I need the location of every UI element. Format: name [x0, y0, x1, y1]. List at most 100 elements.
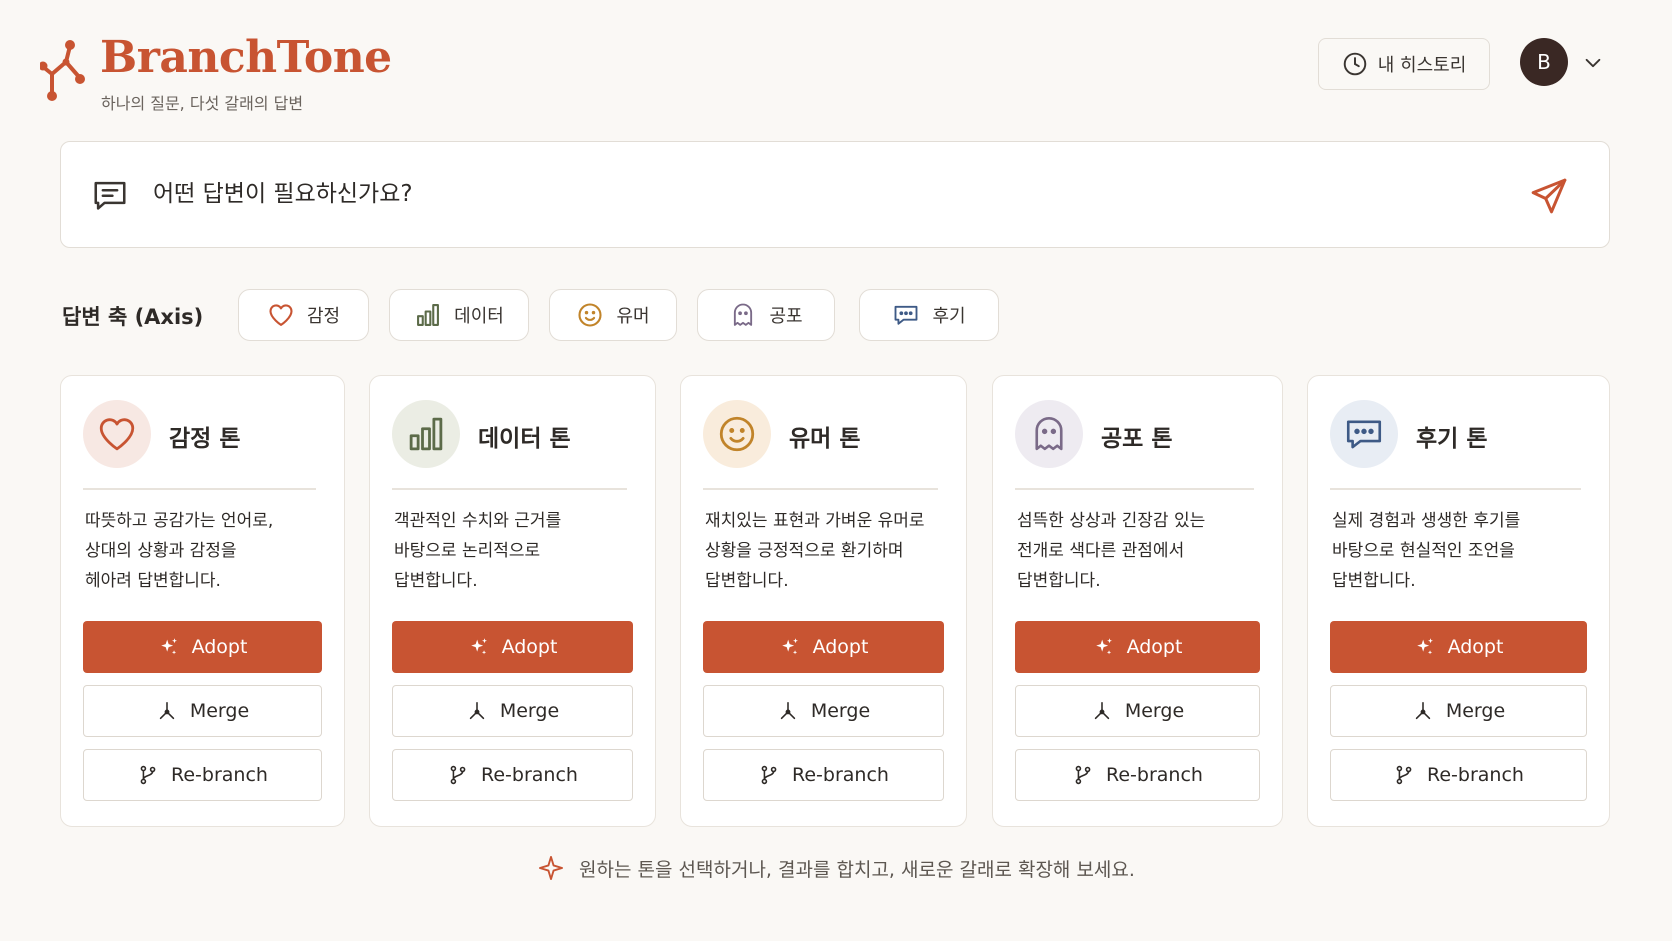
- rebranch-button[interactable]: Re-branch: [83, 749, 322, 801]
- card-divider: [392, 488, 627, 490]
- footer-hint-text: 원하는 톤을 선택하거나, 결과를 합치고, 새로운 갈래로 확장해 보세요.: [579, 858, 1135, 881]
- sparkles-icon: [160, 638, 177, 655]
- speech-bubble-icon: [895, 305, 918, 325]
- smile-icon: [719, 416, 755, 452]
- chip-emotion[interactable]: 감정: [238, 289, 369, 341]
- tone-card-emotion: 감정 톤 따뜻하고 공감가는 언어로, 상대의 상황과 감정을 헤아려 답변합니…: [60, 375, 345, 827]
- clock-icon: [1343, 52, 1367, 76]
- chat-lines-icon: [94, 181, 126, 210]
- git-branch-icon: [761, 765, 777, 785]
- card-title: 공포 톤: [1101, 426, 1173, 452]
- adopt-button[interactable]: Adopt: [703, 621, 944, 673]
- tone-icon-badge: [392, 400, 460, 468]
- send-icon[interactable]: [1529, 176, 1569, 216]
- brand-name: BranchTone: [100, 32, 392, 83]
- chip-label: 감정: [306, 306, 341, 327]
- merge-button[interactable]: Merge: [83, 685, 322, 737]
- app-header: BranchTone 하나의 질문, 다섯 갈래의 답변 내 히스토리 B: [40, 30, 1632, 120]
- chip-label: 후기: [932, 306, 966, 327]
- merge-button[interactable]: Merge: [1330, 685, 1587, 737]
- merge-icon: [1094, 701, 1110, 720]
- merge-icon: [159, 701, 175, 720]
- speech-bubble-icon: [1346, 420, 1382, 449]
- card-description: 따뜻하고 공감가는 언어로, 상대의 상황과 감정을 헤아려 답변합니다.: [85, 511, 274, 591]
- question-input-box[interactable]: [60, 141, 1610, 248]
- history-label: 내 히스토리: [1377, 55, 1467, 76]
- tone-icon-badge: [1330, 400, 1398, 468]
- ghost-icon: [1035, 416, 1063, 451]
- adopt-label: Adopt: [1126, 636, 1183, 658]
- avatar[interactable]: B: [1520, 38, 1568, 86]
- merge-button[interactable]: Merge: [1015, 685, 1260, 737]
- card-description: 객관적인 수치와 근거를 바탕으로 논리적으로 답변합니다.: [394, 511, 562, 591]
- card-description: 실제 경험과 생생한 후기를 바탕으로 현실적인 조언을 답변합니다.: [1332, 511, 1521, 591]
- rebranch-button[interactable]: Re-branch: [1015, 749, 1260, 801]
- adopt-label: Adopt: [501, 636, 558, 658]
- adopt-button[interactable]: Adopt: [83, 621, 322, 673]
- card-title: 감정 톤: [169, 426, 241, 452]
- chip-review[interactable]: 후기: [859, 289, 999, 341]
- chip-data[interactable]: 데이터: [389, 289, 529, 341]
- ghost-icon: [734, 303, 753, 326]
- card-divider: [83, 488, 316, 490]
- rebranch-button[interactable]: Re-branch: [392, 749, 633, 801]
- git-branch-icon: [1396, 765, 1412, 785]
- card-description: 섬뜩한 상상과 긴장감 있는 전개로 색다른 관점에서 답변합니다.: [1017, 511, 1206, 591]
- card-divider: [703, 488, 938, 490]
- git-branch-icon: [450, 765, 466, 785]
- rebranch-label: Re-branch: [481, 764, 578, 786]
- tone-icon-badge: [1015, 400, 1083, 468]
- adopt-button[interactable]: Adopt: [392, 621, 633, 673]
- bar-chart-icon: [417, 304, 440, 326]
- merge-label: Merge: [1445, 700, 1506, 722]
- sparkles-icon: [781, 638, 798, 655]
- card-divider: [1330, 488, 1581, 490]
- merge-label: Merge: [810, 700, 871, 722]
- tone-icon-badge: [83, 400, 151, 468]
- rebranch-label: Re-branch: [792, 764, 889, 786]
- rebranch-label: Re-branch: [1106, 764, 1203, 786]
- adopt-label: Adopt: [191, 636, 248, 658]
- rebranch-button[interactable]: Re-branch: [703, 749, 944, 801]
- chevron-down-icon[interactable]: [1582, 52, 1604, 74]
- adopt-button[interactable]: Adopt: [1015, 621, 1260, 673]
- smile-icon: [578, 303, 602, 327]
- adopt-button[interactable]: Adopt: [1330, 621, 1587, 673]
- merge-button[interactable]: Merge: [392, 685, 633, 737]
- chip-label: 데이터: [454, 306, 504, 327]
- history-button[interactable]: 내 히스토리: [1318, 38, 1490, 90]
- merge-icon: [1415, 701, 1431, 720]
- card-title: 후기 톤: [1416, 426, 1488, 452]
- chip-label: 공포: [769, 306, 803, 327]
- git-branch-icon: [140, 765, 156, 785]
- tone-card-fear: 공포 톤 섬뜩한 상상과 긴장감 있는 전개로 색다른 관점에서 답변합니다. …: [992, 375, 1283, 827]
- card-description: 재치있는 표현과 가벼운 유머로 상황을 긍정적으로 환기하며 답변합니다.: [705, 511, 925, 591]
- chip-fear[interactable]: 공포: [697, 289, 835, 341]
- question-input[interactable]: [153, 172, 1453, 216]
- branch-nodes-icon: [40, 40, 85, 101]
- brand-tagline: 하나의 질문, 다섯 갈래의 답변: [101, 94, 304, 113]
- sparkles-icon: [470, 638, 487, 655]
- footer-hint: 원하는 톤을 선택하거나, 결과를 합치고, 새로운 갈래로 확장해 보세요.: [0, 854, 1672, 882]
- merge-icon: [780, 701, 796, 720]
- adopt-label: Adopt: [1447, 636, 1504, 658]
- heart-icon: [99, 418, 135, 451]
- chip-label: 유머: [616, 306, 650, 327]
- heart-icon: [269, 304, 293, 326]
- merge-label: Merge: [1124, 700, 1185, 722]
- merge-label: Merge: [499, 700, 560, 722]
- chip-humor[interactable]: 유머: [549, 289, 677, 341]
- adopt-label: Adopt: [812, 636, 869, 658]
- sparkles-icon: [1416, 638, 1433, 655]
- card-title: 데이터 톤: [478, 426, 571, 452]
- merge-button[interactable]: Merge: [703, 685, 944, 737]
- rebranch-button[interactable]: Re-branch: [1330, 749, 1587, 801]
- merge-label: Merge: [189, 700, 250, 722]
- merge-icon: [469, 701, 485, 720]
- tone-icon-badge: [703, 400, 771, 468]
- git-branch-icon: [1075, 765, 1091, 785]
- card-divider: [1015, 488, 1254, 490]
- tone-card-humor: 유머 톤 재치있는 표현과 가벼운 유머로 상황을 긍정적으로 환기하며 답변합…: [680, 375, 967, 827]
- rebranch-label: Re-branch: [171, 764, 268, 786]
- bar-chart-icon: [409, 417, 443, 451]
